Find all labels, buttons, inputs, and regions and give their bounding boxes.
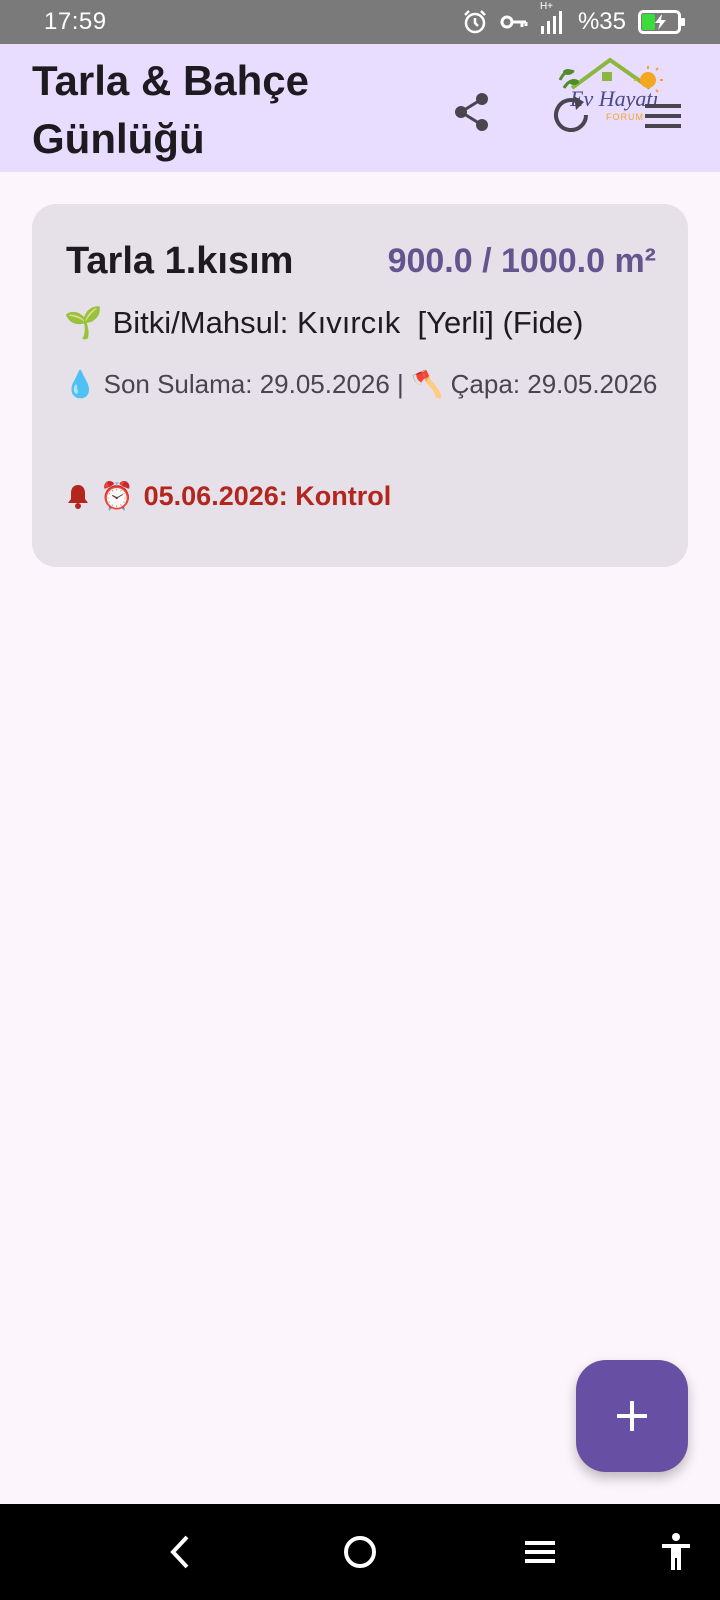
recents-button[interactable]: [516, 1528, 564, 1576]
network-type-label: H+: [539, 1, 554, 12]
reminder: ⏰ 05.06.2026: Kontrol: [66, 480, 391, 512]
crop-info: 🌱 Bitki/Mahsul: Kıvırcık [Yerli] (Fide): [64, 304, 583, 341]
accessibility-button[interactable]: [652, 1528, 700, 1576]
field-area: 900.0 / 1000.0 m²: [387, 242, 656, 280]
refresh-icon: [554, 96, 588, 132]
add-field-button[interactable]: [576, 1360, 688, 1472]
accessibility-icon: [662, 1533, 690, 1570]
axe-icon: 🪓: [411, 369, 444, 399]
logo-subtext: FORUM: [606, 112, 644, 122]
field-name: Tarla 1.kısım: [66, 240, 294, 282]
share-button[interactable]: [446, 86, 498, 138]
system-nav-bar: [0, 1504, 720, 1600]
vpn-key-icon: [500, 12, 528, 32]
home-button[interactable]: [336, 1528, 384, 1576]
status-bar: 17:59 H+ %35: [0, 0, 720, 44]
alarm-icon: [462, 9, 488, 35]
reminder-text: 05.06.2026: Kontrol: [143, 480, 392, 511]
share-icon: [455, 93, 488, 131]
alarm-clock-icon: ⏰: [100, 481, 134, 511]
battery-percent: %35: [577, 8, 626, 35]
plus-icon: [617, 1401, 647, 1431]
field-card[interactable]: Tarla 1.kısım 900.0 / 1000.0 m² 🌱 Bitki/…: [32, 204, 688, 567]
refresh-button[interactable]: [548, 92, 594, 138]
status-icons: H+ %35: [462, 1, 686, 36]
watering-text: Son Sulama: 29.05.2026 |: [103, 369, 404, 399]
signal-icon: H+: [540, 1, 566, 35]
seedling-icon: 🌱: [64, 305, 103, 340]
home-icon: [344, 1536, 376, 1568]
back-icon: [170, 1535, 189, 1569]
hoeing-text: Çapa: 29.05.2026: [450, 369, 658, 399]
menu-icon: [645, 104, 681, 128]
menu-button[interactable]: [640, 94, 686, 138]
recents-icon: [525, 1541, 555, 1563]
bell-icon: [68, 485, 88, 509]
crop-text: Bitki/Mahsul: Kıvırcık [Yerli] (Fide): [112, 304, 584, 340]
care-info: 💧 Son Sulama: 29.05.2026 | 🪓 Çapa: 29.05…: [64, 356, 664, 412]
battery-charging-icon: [638, 9, 686, 35]
status-time: 17:59: [44, 8, 107, 35]
water-drop-icon: 💧: [64, 369, 97, 399]
back-button[interactable]: [156, 1528, 204, 1576]
page-title: Tarla & Bahçe Günlüğü: [32, 57, 309, 162]
app-bar: Tarla & Bahçe Günlüğü Ev Hayatı FORUM: [0, 44, 720, 172]
